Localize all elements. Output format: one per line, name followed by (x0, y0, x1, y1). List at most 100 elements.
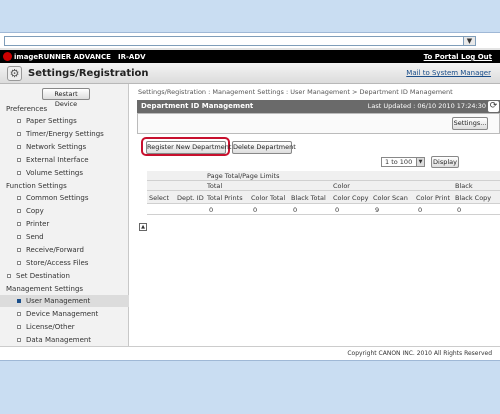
table-cell: 0 (418, 206, 423, 214)
sidebar-item-label: Common Settings (26, 194, 89, 202)
panel-toolbar: Settings... (137, 113, 500, 134)
column-header: Total Prints (207, 194, 243, 202)
nav-heading-management-settings: Management Settings (6, 285, 84, 293)
delete-department-button[interactable]: Delete Department (232, 141, 296, 154)
column-header: Color Print (416, 194, 450, 202)
table-column-header-row: Select Dept. ID Total Prints Color Total… (147, 191, 500, 204)
table-sub-header-row: Total Color Black (147, 181, 500, 191)
bullet-icon (17, 119, 21, 123)
settings-button[interactable]: Settings... (452, 117, 488, 130)
sub-header-total: Total (207, 182, 223, 190)
table-cell: 0 (293, 206, 298, 214)
panel-header: Department ID Management Last Updated : … (137, 100, 500, 113)
sidebar-item-label: Send (26, 233, 44, 241)
column-header: Dept. ID (177, 194, 204, 202)
title-bar: ⚙ Settings/Registration Mail to System M… (0, 63, 500, 84)
browser-status-area (0, 360, 500, 414)
bullet-icon (17, 145, 21, 149)
sidebar-item-store-access-files[interactable]: Store/Access Files (0, 257, 129, 269)
column-header: Black Copy (455, 194, 492, 202)
sidebar-item-label: Timer/Energy Settings (26, 130, 104, 138)
column-header: Black Total (291, 194, 326, 202)
sidebar-item-label: User Management (26, 297, 91, 305)
table-cell: 9 (375, 206, 380, 214)
sidebar-item-label: Set Destination (16, 272, 70, 280)
top-header: imageRUNNER ADVANCE IR-ADV To Portal Log… (0, 50, 500, 63)
bullet-icon (17, 261, 21, 265)
display-button[interactable]: Display (431, 156, 459, 168)
scroll-to-top-icon[interactable]: ▲ (139, 223, 147, 231)
sidebar-item-external-interface[interactable]: External Interface (0, 154, 129, 166)
restart-device-button[interactable]: Restart Device (42, 88, 90, 108)
range-select-value: 1 to 100 (385, 158, 413, 166)
settings-registration-icon: ⚙ (7, 66, 22, 81)
copyright: Copyright CANON INC. 2010 All Rights Res… (347, 350, 492, 357)
last-updated: Last Updated : 06/10 2010 17:24:30 (367, 102, 486, 110)
range-select[interactable]: 1 to 100 ▼ (381, 157, 425, 167)
bullet-icon (17, 132, 21, 136)
sidebar-item-data-management[interactable]: Data Management (0, 334, 129, 346)
sidebar-item-printer[interactable]: Printer (0, 218, 129, 230)
bullet-icon (17, 299, 21, 303)
footer: Copyright CANON INC. 2010 All Rights Res… (0, 346, 500, 360)
address-bar[interactable] (4, 36, 476, 46)
column-header: Select (149, 194, 170, 202)
model-name: IR-ADV (118, 53, 146, 61)
address-dropdown-icon[interactable]: ▼ (463, 36, 476, 46)
table-cell: 0 (335, 206, 340, 214)
sidebar: Restart Device Preferences Paper Setting… (0, 84, 129, 346)
bullet-icon (17, 235, 21, 239)
sub-header-color: Color (333, 182, 350, 190)
bullet-icon (17, 325, 21, 329)
bullet-icon (17, 171, 21, 175)
bullet-icon (17, 248, 21, 252)
sidebar-item-label: Printer (26, 220, 50, 228)
sidebar-item-receive-forward[interactable]: Receive/Forward (0, 244, 129, 256)
sidebar-item-set-destination[interactable]: Set Destination (0, 270, 129, 282)
panel-title: Department ID Management (141, 102, 254, 110)
table-group-header: Page Total/Page Limits (207, 172, 280, 180)
mail-to-system-manager-link[interactable]: Mail to System Manager (406, 69, 491, 77)
bullet-icon (17, 196, 21, 200)
register-new-department-button[interactable]: Register New Department (146, 141, 231, 154)
sidebar-item-label: Paper Settings (26, 117, 77, 125)
sidebar-item-label: Copy (26, 207, 44, 215)
sidebar-item-copy[interactable]: Copy (0, 205, 129, 217)
column-header: Color Scan (373, 194, 408, 202)
column-header: Color Total (251, 194, 286, 202)
portal-logout-link[interactable]: To Portal Log Out (424, 53, 492, 61)
refresh-icon[interactable]: ⟳ (488, 101, 499, 112)
sidebar-item-user-management[interactable]: User Management (0, 295, 129, 307)
sidebar-item-label: External Interface (26, 156, 89, 164)
sidebar-item-paper-settings[interactable]: Paper Settings (0, 115, 129, 127)
table-group-header-row: Page Total/Page Limits (147, 171, 500, 181)
sub-header-black: Black (455, 182, 473, 190)
sidebar-item-label: Receive/Forward (26, 246, 84, 254)
bullet-icon (17, 222, 21, 226)
table-cell: 0 (253, 206, 258, 214)
sidebar-item-label: Device Management (26, 310, 99, 318)
sidebar-item-device-management[interactable]: Device Management (0, 308, 129, 320)
sidebar-item-license-other[interactable]: License/Other (0, 321, 129, 333)
sidebar-item-network-settings[interactable]: Network Settings (0, 141, 129, 153)
nav-heading-function-settings: Function Settings (6, 182, 67, 190)
sidebar-item-common-settings[interactable]: Common Settings (0, 192, 129, 204)
bullet-icon (17, 158, 21, 162)
bullet-icon (7, 274, 11, 278)
main-content: Settings/Registration : Management Setti… (129, 84, 500, 346)
brand-name: imageRUNNER ADVANCE (14, 53, 111, 61)
sidebar-item-label: License/Other (26, 323, 75, 331)
nav-heading-preferences: Preferences (6, 105, 48, 113)
breadcrumb: Settings/Registration : Management Setti… (138, 88, 453, 96)
sidebar-item-volume-settings[interactable]: Volume Settings (0, 167, 129, 179)
canon-logo-icon (3, 52, 12, 61)
table-cell: 0 (209, 206, 214, 214)
sidebar-item-label: Volume Settings (26, 169, 83, 177)
table-cell: 0 (457, 206, 462, 214)
sidebar-item-label: Data Management (26, 336, 92, 344)
sidebar-item-send[interactable]: Send (0, 231, 129, 243)
sidebar-item-timer-energy-settings[interactable]: Timer/Energy Settings (0, 128, 129, 140)
browser-toolbar (0, 0, 500, 33)
column-header: Color Copy (333, 194, 369, 202)
page-title: Settings/Registration (28, 68, 149, 79)
